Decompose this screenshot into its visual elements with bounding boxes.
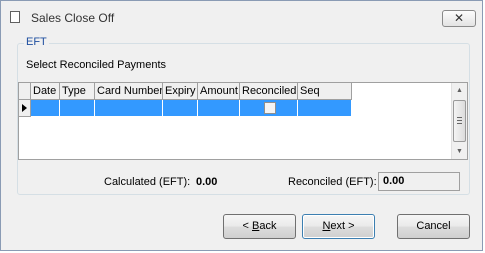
- cell-date[interactable]: [31, 100, 60, 117]
- title-bar[interactable]: Sales Close Off ✕: [1, 1, 482, 31]
- cell-amount[interactable]: [198, 100, 240, 117]
- eft-group-legend: EFT: [24, 36, 49, 48]
- calculated-eft-value: 0.00: [196, 176, 218, 188]
- window-title: Sales Close Off: [31, 11, 115, 25]
- column-header-card-number[interactable]: Card Number: [95, 83, 163, 100]
- reconciled-checkbox[interactable]: [263, 102, 276, 114]
- calculated-eft-label: Calculated (EFT):: [104, 176, 191, 188]
- cell-type[interactable]: [60, 100, 95, 117]
- grid-header: Date Type Card Number Expiry Amount Reco…: [19, 83, 352, 100]
- cell-card-number[interactable]: [95, 100, 163, 117]
- cell-reconciled[interactable]: [240, 100, 298, 117]
- back-button[interactable]: < Back: [223, 214, 296, 239]
- back-rest: ack: [259, 220, 277, 232]
- scroll-down-arrow-icon[interactable]: ▼: [452, 144, 467, 159]
- next-rest: ext >: [330, 220, 355, 232]
- grid-corner: [19, 83, 31, 100]
- instruction-text: Select Reconciled Payments: [26, 59, 167, 71]
- column-header-reconciled[interactable]: Reconciled: [240, 83, 298, 100]
- grip-line: [457, 117, 462, 118]
- cancel-button[interactable]: Cancel: [397, 214, 470, 239]
- current-row-arrow-icon: [22, 104, 27, 112]
- next-button[interactable]: Next >: [302, 214, 375, 239]
- scrollbar-thumb[interactable]: [453, 100, 466, 142]
- column-header-seq[interactable]: Seq: [298, 83, 352, 100]
- row-indicator[interactable]: [19, 100, 31, 117]
- reconciled-eft-value: 0.00: [378, 172, 460, 191]
- cell-seq[interactable]: [298, 100, 352, 117]
- column-header-amount[interactable]: Amount: [198, 83, 240, 100]
- column-header-expiry[interactable]: Expiry: [163, 83, 198, 100]
- grip-line: [457, 123, 462, 124]
- column-header-type[interactable]: Type: [60, 83, 95, 100]
- payments-grid[interactable]: Date Type Card Number Expiry Amount Reco…: [18, 82, 468, 160]
- table-row[interactable]: [19, 100, 352, 117]
- grip-line: [457, 120, 462, 121]
- close-button[interactable]: ✕: [442, 10, 476, 27]
- sales-close-off-window: Sales Close Off ✕ EFT Select Reconciled …: [0, 0, 483, 251]
- reconciled-eft-label: Reconciled (EFT):: [288, 176, 377, 188]
- scroll-up-arrow-icon[interactable]: ▲: [452, 83, 467, 98]
- column-header-date[interactable]: Date: [31, 83, 60, 100]
- back-prefix: <: [242, 220, 252, 232]
- cell-expiry[interactable]: [163, 100, 198, 117]
- vertical-scrollbar[interactable]: ▲ ▼: [451, 83, 467, 159]
- window-app-icon: [10, 11, 20, 23]
- close-icon: ✕: [453, 11, 465, 25]
